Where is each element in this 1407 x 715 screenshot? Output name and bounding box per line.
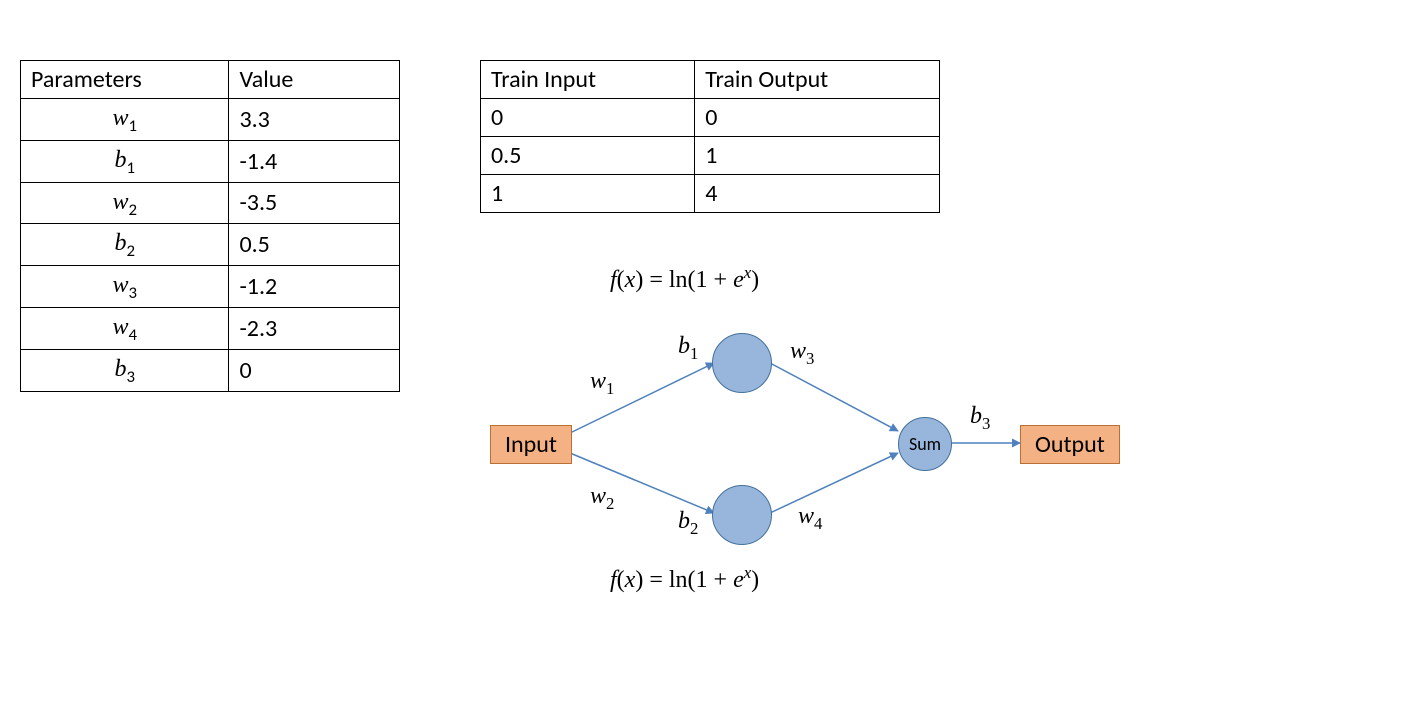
table-row: 14 — [481, 175, 940, 213]
table-row: w2-3.5 — [21, 182, 400, 224]
table-row: b30 — [21, 349, 400, 391]
train-header-input: Train Input — [481, 61, 695, 99]
hidden-node-2 — [712, 485, 772, 545]
parameters-table: Parameters Value w13.3 b1-1.4 w2-3.5 b20… — [20, 60, 400, 392]
table-row: b20.5 — [21, 224, 400, 266]
train-table: Train Input Train Output 00 0.51 14 — [480, 60, 940, 213]
input-node: Input — [490, 425, 572, 464]
table-row: w13.3 — [21, 99, 400, 141]
label-b2: b2 — [678, 508, 698, 539]
table-row: w4-2.3 — [21, 307, 400, 349]
sum-node: Sum — [898, 417, 952, 471]
edges-svg — [480, 253, 1100, 613]
output-node: Output — [1020, 425, 1120, 464]
params-header-param: Parameters — [21, 61, 229, 99]
table-row: b1-1.4 — [21, 140, 400, 182]
label-w1: w1 — [590, 368, 614, 399]
table-row: 00 — [481, 99, 940, 137]
table-row: w3-1.2 — [21, 266, 400, 308]
label-w4: w4 — [798, 503, 822, 534]
label-b1: b1 — [678, 333, 698, 364]
train-header-output: Train Output — [695, 61, 940, 99]
activation-bottom: f(x) = ln(1 + ex) — [610, 563, 759, 594]
label-b3: b3 — [970, 403, 990, 434]
params-header-value: Value — [229, 61, 400, 99]
label-w2: w2 — [590, 483, 614, 514]
network-diagram: f(x) = ln(1 + ex) f(x) = ln(1 + ex) Inpu… — [480, 253, 1100, 613]
table-row: 0.51 — [481, 137, 940, 175]
activation-top: f(x) = ln(1 + ex) — [610, 263, 759, 294]
hidden-node-1 — [712, 333, 772, 393]
label-w3: w3 — [790, 338, 814, 369]
